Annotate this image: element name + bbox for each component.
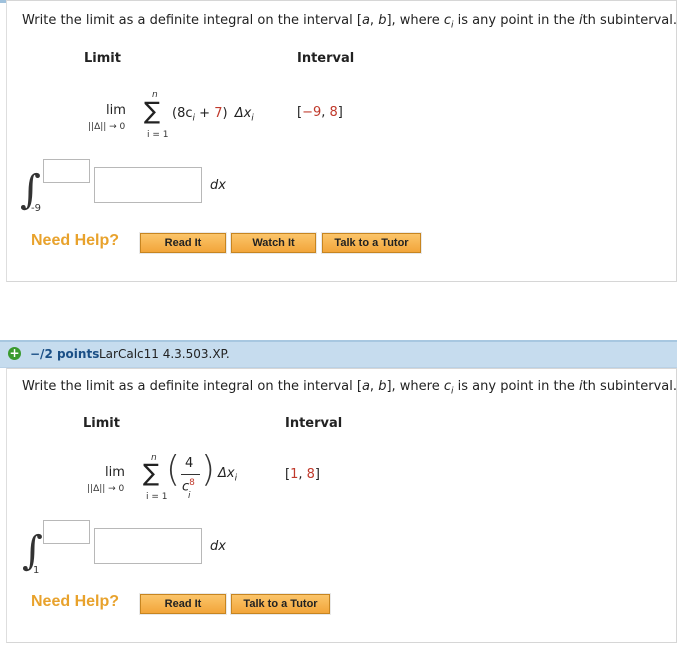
q2-lim-label: lim [105, 465, 125, 480]
q2-prompt-suffix: th subinterval. [582, 379, 677, 394]
q1-summand: (8ci + 7) Δxi [172, 106, 254, 124]
q1-interval-a: −9 [302, 105, 322, 120]
q2-lim-subscript: ||Δ|| → 0 [87, 484, 125, 494]
q2-read-it-button[interactable]: Read It [139, 593, 227, 615]
q2-delta-x: Δxi [218, 466, 237, 484]
q1-talk-to-tutor-button[interactable]: Talk to a Tutor [321, 232, 422, 254]
q2-prompt-a: a [361, 379, 370, 394]
q1-delta-sub: i [251, 113, 254, 124]
q1-watch-it-button[interactable]: Watch It [230, 232, 317, 254]
q2-interval: [1, 8] [285, 467, 320, 482]
q2-interval-header: Interval [285, 416, 343, 431]
q2-interval-close: ] [314, 467, 320, 482]
q2-sigma-symbol: ∑ [143, 459, 160, 487]
q1-upper-limit-input[interactable] [43, 159, 90, 183]
q1-prompt-text: Write the limit as a definite integral o… [22, 13, 362, 28]
q2-dx: dx [210, 539, 226, 554]
q2-interval-b: 8 [306, 467, 315, 482]
q1-interval-close: ] [337, 105, 343, 120]
q2-prompt: Write the limit as a definite integral o… [22, 379, 677, 397]
q2-prompt-text: Write the limit as a definite integral o… [22, 379, 362, 394]
q1-limit-header: Limit [84, 51, 121, 66]
q1-expr-close: ) [222, 106, 228, 121]
q1-prompt-comma: , [369, 13, 379, 28]
q2-question-id: LarCalc11 4.3.503.XP. [99, 347, 230, 361]
q2-delta: Δx [218, 466, 235, 481]
q2-frac-numerator: 4 [185, 456, 194, 471]
q2-right-paren: ) [201, 449, 216, 490]
q1-prompt-suffix: th subinterval. [582, 13, 677, 28]
q2-integrand-input[interactable] [94, 528, 202, 564]
expand-plus-icon[interactable]: + [8, 347, 21, 360]
q1-delta: Δx [234, 106, 252, 121]
q2-frac-den-sub: i [188, 491, 191, 501]
q2-left-paren: ( [166, 449, 181, 490]
q2-frac-bar [181, 474, 200, 475]
q2-frac-den-exp: 8 [189, 478, 195, 488]
q1-sum-bottom: i = 1 [147, 130, 169, 140]
q1-interval-b: 8 [329, 105, 338, 120]
q2-need-help-label: Need Help? [31, 593, 120, 610]
q1-lower-limit: -9 [31, 203, 41, 214]
q1-interval-header: Interval [297, 51, 355, 66]
q2-prompt-c: c [443, 379, 452, 394]
q2-delta-sub: i [234, 473, 238, 484]
q1-lim-label: lim [106, 103, 126, 118]
q1-expr-open: (8c [172, 106, 193, 121]
q1-prompt-a: a [361, 13, 370, 28]
q2-sum-bottom: i = 1 [146, 492, 168, 502]
q2-talk-to-tutor-button[interactable]: Talk to a Tutor [230, 593, 331, 615]
q1-interval: [−9, 8] [297, 105, 343, 120]
q1-expr-plus: + [195, 106, 215, 121]
q2-prompt-comma: , [369, 379, 379, 394]
q1-integrand-input[interactable] [94, 167, 202, 203]
q2-limit-header: Limit [83, 416, 120, 431]
q1-sigma-symbol: ∑ [144, 97, 161, 125]
q2-prompt-mid: ], where [386, 379, 444, 394]
q1-prompt-c: c [443, 13, 452, 28]
q1-prompt: Write the limit as a definite integral o… [22, 13, 677, 31]
q1-read-it-button[interactable]: Read It [139, 232, 227, 254]
q2-interval-comma: , [298, 467, 307, 482]
q1-dx: dx [210, 178, 226, 193]
q1-interval-comma: , [321, 105, 330, 120]
q1-lim-subscript: ||Δ|| → 0 [88, 122, 126, 132]
q2-points: −/2 points [30, 347, 100, 361]
q1-prompt-mid2: is any point in the [453, 13, 579, 28]
q1-need-help-label: Need Help? [31, 232, 120, 249]
q1-prompt-mid: ], where [386, 13, 444, 28]
q2-upper-limit-input[interactable] [43, 520, 90, 544]
q2-lower-limit: 1 [33, 565, 40, 576]
q2-prompt-mid2: is any point in the [453, 379, 579, 394]
